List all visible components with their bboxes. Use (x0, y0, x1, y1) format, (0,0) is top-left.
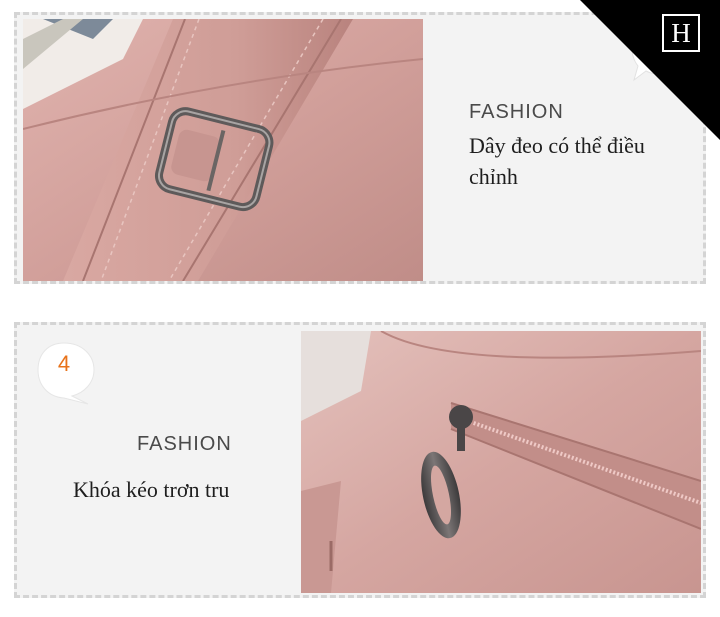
brand-label: FASHION (137, 433, 232, 455)
feature-description: Khóa kéo trơn tru (73, 477, 230, 502)
zipper-pull-photo (301, 331, 701, 593)
brand-corner: H (580, 0, 720, 140)
step-number: 4 (57, 351, 71, 376)
step-number-bubble: 4 (36, 340, 98, 406)
feature-panel-zipper: FASHION Khóa kéo trơn tru (14, 322, 706, 598)
zipper-caption: FASHION Khóa kéo trơn tru (73, 433, 283, 505)
brand-logo: H (662, 14, 700, 52)
strap-buckle-photo (23, 19, 423, 281)
